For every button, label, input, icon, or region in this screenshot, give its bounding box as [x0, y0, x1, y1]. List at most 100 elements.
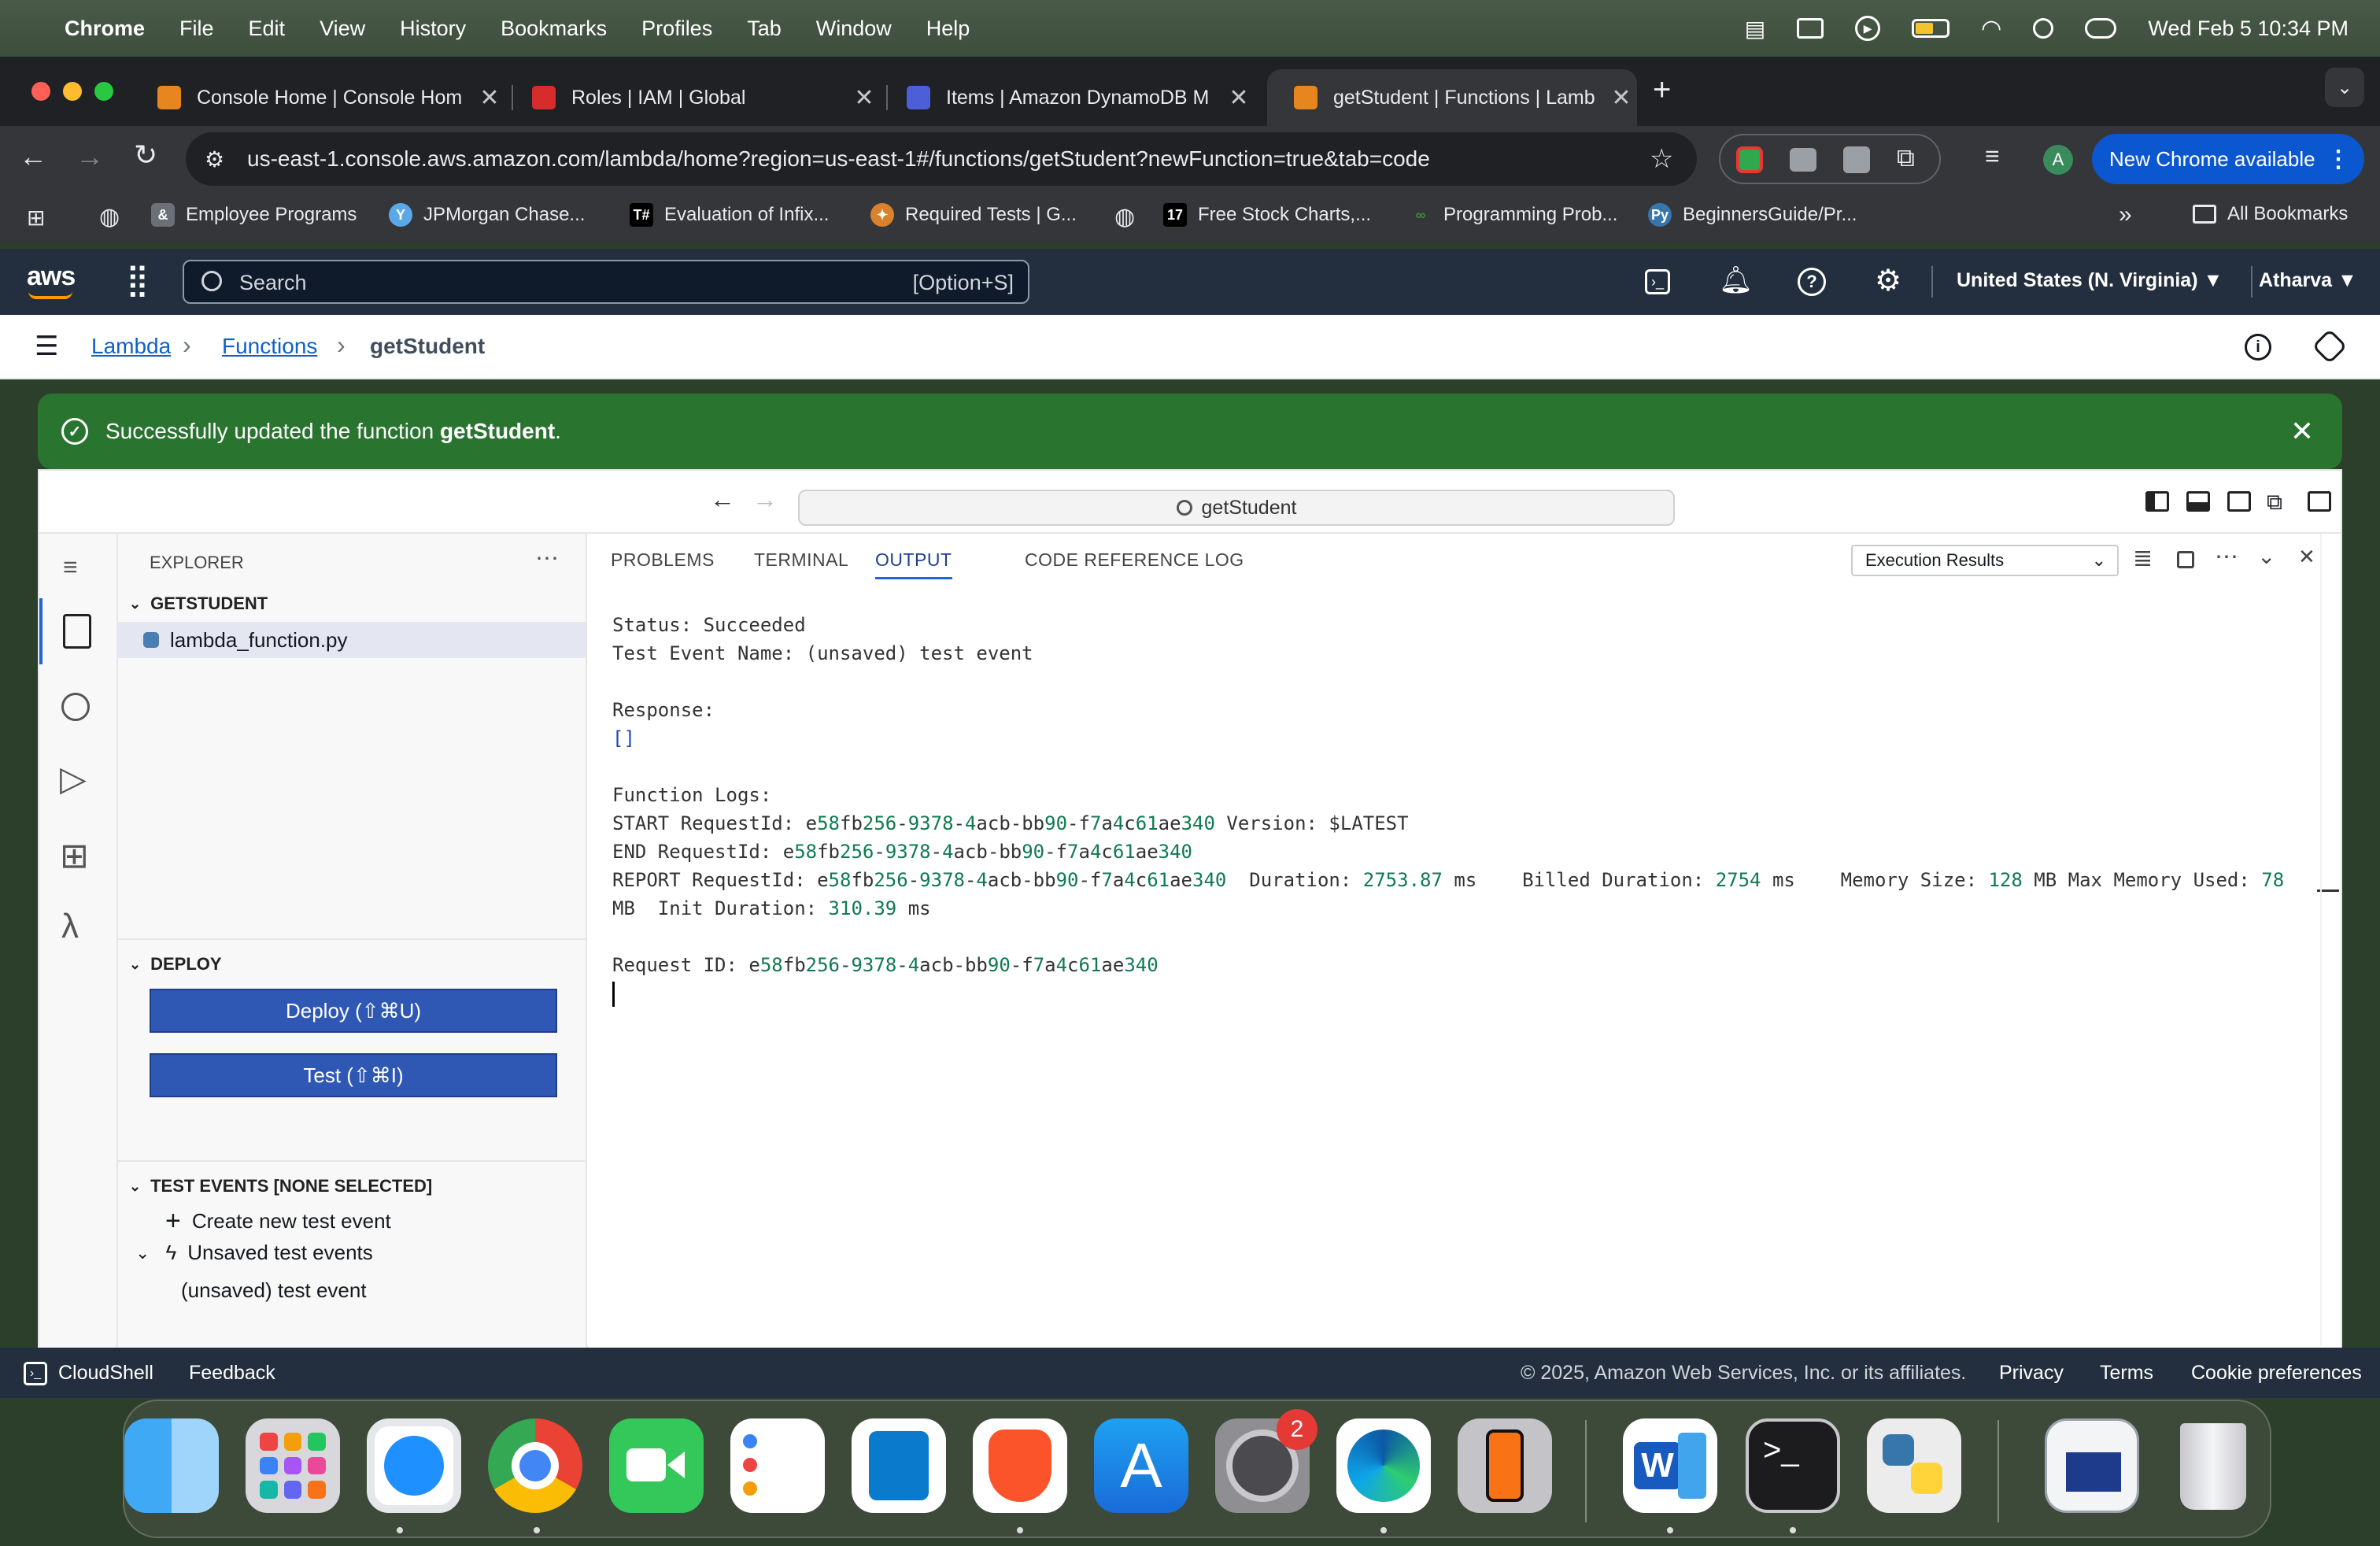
toggle-secondary-sidebar-icon[interactable]: [2227, 491, 2251, 512]
docker-icon[interactable]: ▤: [1745, 16, 1765, 42]
breadcrumb-functions[interactable]: Functions: [222, 334, 317, 359]
privacy-link[interactable]: Privacy: [1999, 1362, 2064, 1385]
test-events-section-header[interactable]: ⌄ TEST EVENTS [NONE SELECTED]: [118, 1173, 587, 1200]
bookmark-star-icon[interactable]: ☆: [1650, 143, 1673, 175]
screen-recorder-extension-icon[interactable]: [1736, 146, 1763, 173]
back-icon[interactable]: ←: [19, 140, 47, 173]
unsaved-test-event-item[interactable]: (unsaved) test event: [181, 1278, 367, 1303]
tab-dynamodb-items[interactable]: Items | Amazon DynamoDB M ✕: [880, 69, 1255, 126]
terms-link[interactable]: Terms: [2100, 1362, 2153, 1385]
aws-search-input[interactable]: Search [Option+S]: [183, 260, 1029, 304]
finder-icon[interactable]: [124, 1418, 219, 1513]
preview-icon[interactable]: [2045, 1418, 2139, 1513]
word-icon[interactable]: W: [1623, 1418, 1717, 1513]
screen-mirror-icon[interactable]: [1797, 18, 1824, 39]
spotlight-icon[interactable]: [2033, 18, 2054, 39]
more-actions-icon[interactable]: ⋯: [2215, 543, 2238, 571]
bookmark-beginners-guide[interactable]: Py BeginnersGuide/Pr...: [1648, 203, 1857, 227]
edge-icon[interactable]: [1336, 1418, 1431, 1513]
play-icon[interactable]: ▶: [1855, 16, 1881, 41]
toggle-primary-sidebar-icon[interactable]: [2145, 491, 2169, 512]
collapse-panel-icon[interactable]: ⌄: [2257, 543, 2275, 569]
window-minimize-button[interactable]: [63, 82, 82, 101]
address-bar[interactable]: ⚙ us-east-1.console.aws.amazon.com/lambd…: [186, 132, 1697, 186]
deploy-section-header[interactable]: ⌄ DEPLOY: [118, 951, 587, 978]
forward-icon[interactable]: →: [76, 140, 104, 173]
pen-extension-icon[interactable]: [1843, 146, 1870, 173]
services-grid-icon[interactable]: ⣿: [126, 264, 149, 296]
window-zoom-button[interactable]: [94, 82, 113, 101]
tab-search-icon[interactable]: ⌄: [2325, 68, 2364, 107]
tab-terminal[interactable]: TERMINAL: [754, 549, 848, 571]
battery-icon[interactable]: [1912, 19, 1950, 38]
brave-icon[interactable]: [973, 1418, 1067, 1513]
menu-profiles[interactable]: Profiles: [641, 17, 712, 41]
test-button[interactable]: Test (⇧⌘I): [150, 1053, 557, 1097]
tab-output[interactable]: OUTPUT: [875, 549, 952, 579]
site-info-icon[interactable]: ⚙: [205, 146, 224, 172]
dismiss-banner-icon[interactable]: ✕: [2290, 415, 2314, 448]
tab-iam-roles[interactable]: Roles | IAM | Global ✕: [505, 69, 880, 126]
help-panel-icon[interactable]: [2312, 328, 2348, 364]
bookmark-programming-problems[interactable]: ∞ Programming Prob...: [1409, 203, 1617, 227]
execution-results-output[interactable]: Status: Succeeded Test Event Name: (unsa…: [612, 611, 2284, 1008]
reload-icon[interactable]: ↻: [134, 139, 157, 172]
file-lambda-function[interactable]: lambda_function.py: [118, 622, 586, 658]
trash-icon[interactable]: [2166, 1418, 2260, 1513]
unsaved-test-events-group[interactable]: ⌄ ϟ Unsaved test events: [135, 1241, 373, 1265]
menu-file[interactable]: File: [179, 17, 214, 41]
close-panel-icon[interactable]: ✕: [2298, 545, 2315, 569]
tab-code-reference-log[interactable]: CODE REFERENCE LOG: [1025, 549, 1244, 571]
bookmark-infix-evaluation[interactable]: T# Evaluation of Infix...: [630, 203, 829, 227]
menu-view[interactable]: View: [320, 17, 365, 41]
help-icon[interactable]: ?: [1798, 268, 1826, 296]
aws-logo[interactable]: aws: [27, 261, 76, 292]
tab-console-home[interactable]: Console Home | Console Hom ✕: [131, 69, 505, 126]
explorer-more-icon[interactable]: ⋯: [535, 545, 559, 572]
launchpad-icon[interactable]: [246, 1418, 340, 1513]
settings-gear-icon[interactable]: ⚙: [1875, 263, 1901, 298]
apps-grid-icon[interactable]: ⊞: [27, 205, 45, 231]
cloudshell-footer-icon[interactable]: ›_: [24, 1362, 47, 1385]
output-channel-select[interactable]: Execution Results ⌄: [1851, 545, 2119, 576]
menu-bookmarks[interactable]: Bookmarks: [501, 17, 607, 41]
tab-problems[interactable]: PROBLEMS: [611, 549, 715, 571]
globe-bookmark-icon[interactable]: ◍: [1114, 203, 1135, 231]
profile-avatar[interactable]: A: [2043, 145, 2073, 175]
bookmark-jpmorgan[interactable]: Y JPMorgan Chase...: [389, 203, 585, 227]
bookmark-required-tests[interactable]: ✦ Required Tests | G...: [870, 203, 1077, 227]
nav-back-icon[interactable]: ←: [710, 485, 735, 514]
menu-app-name[interactable]: Chrome: [65, 17, 145, 41]
menu-window[interactable]: Window: [816, 17, 892, 41]
tab-close-icon[interactable]: ✕: [474, 84, 505, 112]
cookie-preferences-link[interactable]: Cookie preferences: [2191, 1362, 2362, 1385]
deploy-button[interactable]: Deploy (⇧⌘U): [150, 989, 557, 1033]
maximize-editor-icon[interactable]: [2308, 491, 2331, 512]
safari-icon[interactable]: [367, 1418, 461, 1513]
explorer-files-icon[interactable]: [63, 614, 91, 649]
run-debug-icon[interactable]: ▷: [60, 759, 87, 799]
tab-lambda-getstudent[interactable]: getStudent | Functions | Lamb ✕: [1267, 69, 1637, 126]
menubar-datetime[interactable]: Wed Feb 5 10:34 PM: [2148, 17, 2349, 41]
tab-close-icon[interactable]: ✕: [848, 84, 880, 112]
menu-tab[interactable]: Tab: [747, 17, 782, 41]
project-folder-header[interactable]: ⌄ GETSTUDENT: [118, 590, 587, 617]
region-selector[interactable]: United States (N. Virginia) ▼: [1957, 269, 2223, 292]
menu-icon[interactable]: ≡: [63, 553, 78, 582]
menu-history[interactable]: History: [400, 17, 466, 41]
reading-list-icon[interactable]: ≡: [1985, 142, 2000, 171]
info-icon[interactable]: i: [2245, 334, 2271, 361]
chrome-icon[interactable]: [488, 1418, 582, 1513]
menu-help[interactable]: Help: [926, 17, 970, 41]
camera-extension-icon[interactable]: [1790, 148, 1816, 172]
lambda-icon[interactable]: λ: [61, 907, 79, 946]
control-center-icon[interactable]: [2085, 18, 2117, 39]
create-test-event-item[interactable]: + Create new test event: [165, 1206, 391, 1237]
terminal-icon[interactable]: >_: [1746, 1418, 1840, 1513]
search-icon[interactable]: [61, 693, 90, 721]
reminders-icon[interactable]: [730, 1418, 825, 1513]
facetime-icon[interactable]: [609, 1418, 704, 1513]
python-launcher-icon[interactable]: [1867, 1418, 1961, 1513]
vscode-icon[interactable]: [852, 1418, 946, 1513]
chrome-menu-icon[interactable]: ⋮: [2326, 146, 2350, 173]
